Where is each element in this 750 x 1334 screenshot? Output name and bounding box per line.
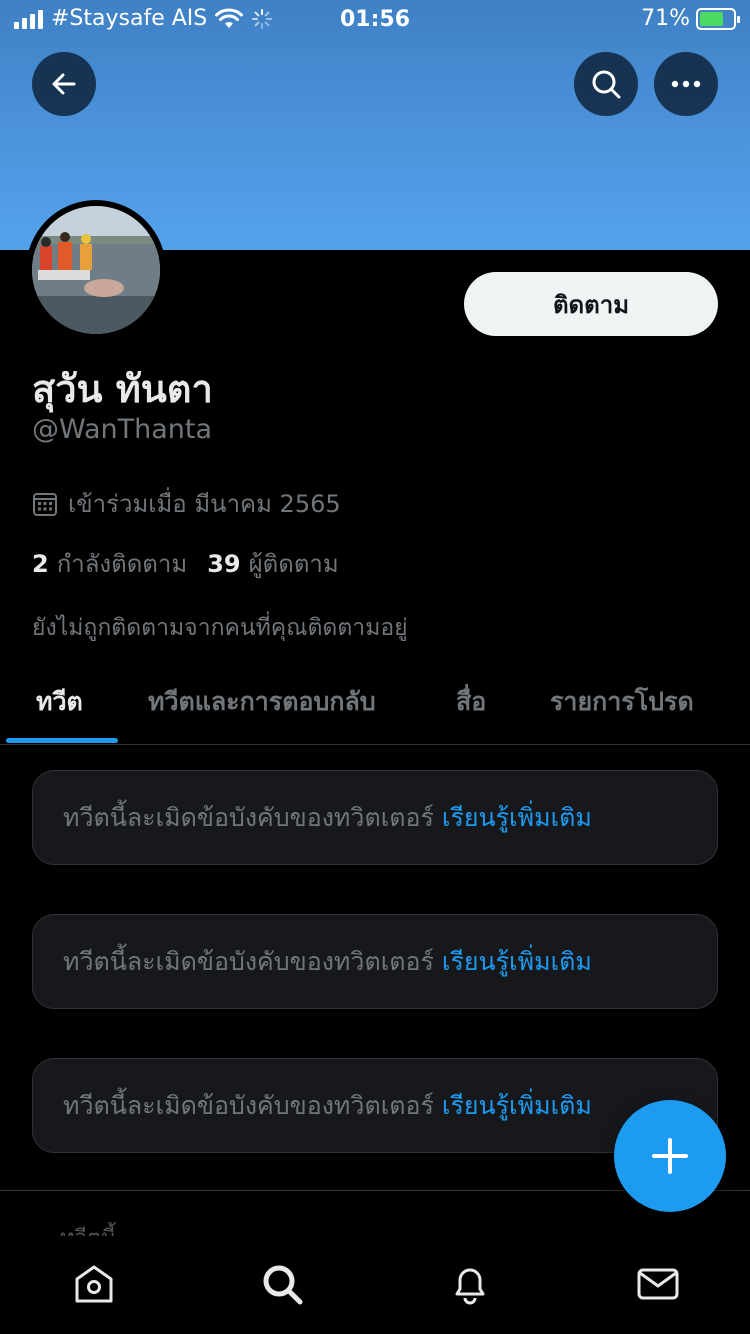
nav-notifications[interactable] <box>446 1260 494 1308</box>
learn-more-link[interactable]: เรียนรู้เพิ่มเติม <box>442 798 592 838</box>
compose-tweet-button[interactable] <box>614 1100 726 1212</box>
learn-more-link[interactable]: เรียนรู้เพิ่มเติม <box>442 1086 592 1126</box>
status-time: 01:56 <box>339 7 411 32</box>
notifications-icon <box>455 1268 485 1305</box>
tab-media[interactable]: สื่อ <box>456 682 486 722</box>
profile-tabs: ทวีต ทวีตและการตอบกลับ สื่อ รายการโปรด <box>0 660 750 745</box>
bottom-navigation <box>0 1236 750 1334</box>
search-icon <box>592 70 621 99</box>
search-button[interactable] <box>574 52 638 116</box>
more-button[interactable] <box>654 52 718 116</box>
avatar-image <box>32 206 160 334</box>
notice-text: ทวีตนี้ละเมิดข้อบังคับของทวิตเตอร์ <box>63 1090 434 1120</box>
profile-handle: @WanThanta <box>32 414 213 445</box>
messages-icon <box>637 1268 679 1300</box>
plus-icon <box>652 1138 688 1174</box>
tab-likes[interactable]: รายการโปรด <box>550 682 694 722</box>
nav-home[interactable] <box>70 1260 118 1308</box>
nav-messages[interactable] <box>634 1260 682 1308</box>
search-icon <box>263 1265 303 1305</box>
withheld-tweet-notice: ทวีตนี้ละเมิดข้อบังคับของทวิตเตอร์ เรียน… <box>32 1058 718 1153</box>
withheld-tweet-notice: ทวีตนี้ละเมิดข้อบังคับของทวิตเตอร์ เรียน… <box>32 914 718 1009</box>
battery-percent: 71% <box>641 6 690 31</box>
notice-text: ทวีตนี้ละเมิดข้อบังคับของทวิตเตอร์ <box>63 802 434 832</box>
home-icon <box>75 1265 113 1303</box>
partial-tweet-text: ทวีตนี้ <box>60 1222 200 1236</box>
follow-button[interactable]: ติดตาม <box>464 272 718 336</box>
active-tab-indicator <box>6 738 118 743</box>
following-count: 2 <box>32 550 49 578</box>
following-stat[interactable]: 2 กำลังติดตาม <box>32 544 187 583</box>
tab-tweets[interactable]: ทวีต <box>36 682 83 722</box>
back-button[interactable] <box>32 52 96 116</box>
tab-tweets-replies[interactable]: ทวีตและการตอบกลับ <box>148 682 376 722</box>
profile-avatar[interactable] <box>26 200 166 340</box>
withheld-tweet-notice: ทวีตนี้ละเมิดข้อบังคับของทวิตเตอร์ เรียน… <box>32 770 718 865</box>
battery-group: 71% <box>641 6 740 31</box>
joined-date: เข้าร่วมเมื่อ มีนาคม 2565 <box>32 484 341 523</box>
arrow-left-icon <box>52 73 76 95</box>
follow-stats: 2 กำลังติดตาม 39 ผู้ติดตาม <box>32 544 339 583</box>
followed-by-note: ยังไม่ถูกติดตามจากคนที่คุณติดตามอยู่ <box>32 615 408 641</box>
learn-more-link[interactable]: เรียนรู้เพิ่มเติม <box>442 942 592 982</box>
status-bar: #Staysafe AIS 01:56 71% <box>0 0 750 40</box>
battery-icon <box>696 7 740 30</box>
joined-text: เข้าร่วมเมื่อ มีนาคม 2565 <box>68 490 341 518</box>
followers-count: 39 <box>207 550 241 578</box>
display-name: สุวัน ทันตา <box>32 367 213 411</box>
notice-text: ทวีตนี้ละเมิดข้อบังคับของทวิตเตอร์ <box>63 946 434 976</box>
nav-explore[interactable] <box>258 1260 306 1308</box>
followers-stat[interactable]: 39 ผู้ติดตาม <box>207 544 339 583</box>
followers-label: ผู้ติดตาม <box>248 550 339 578</box>
following-label: กำลังติดตาม <box>56 550 188 578</box>
calendar-icon <box>33 492 57 516</box>
more-horizontal-icon <box>671 80 701 88</box>
